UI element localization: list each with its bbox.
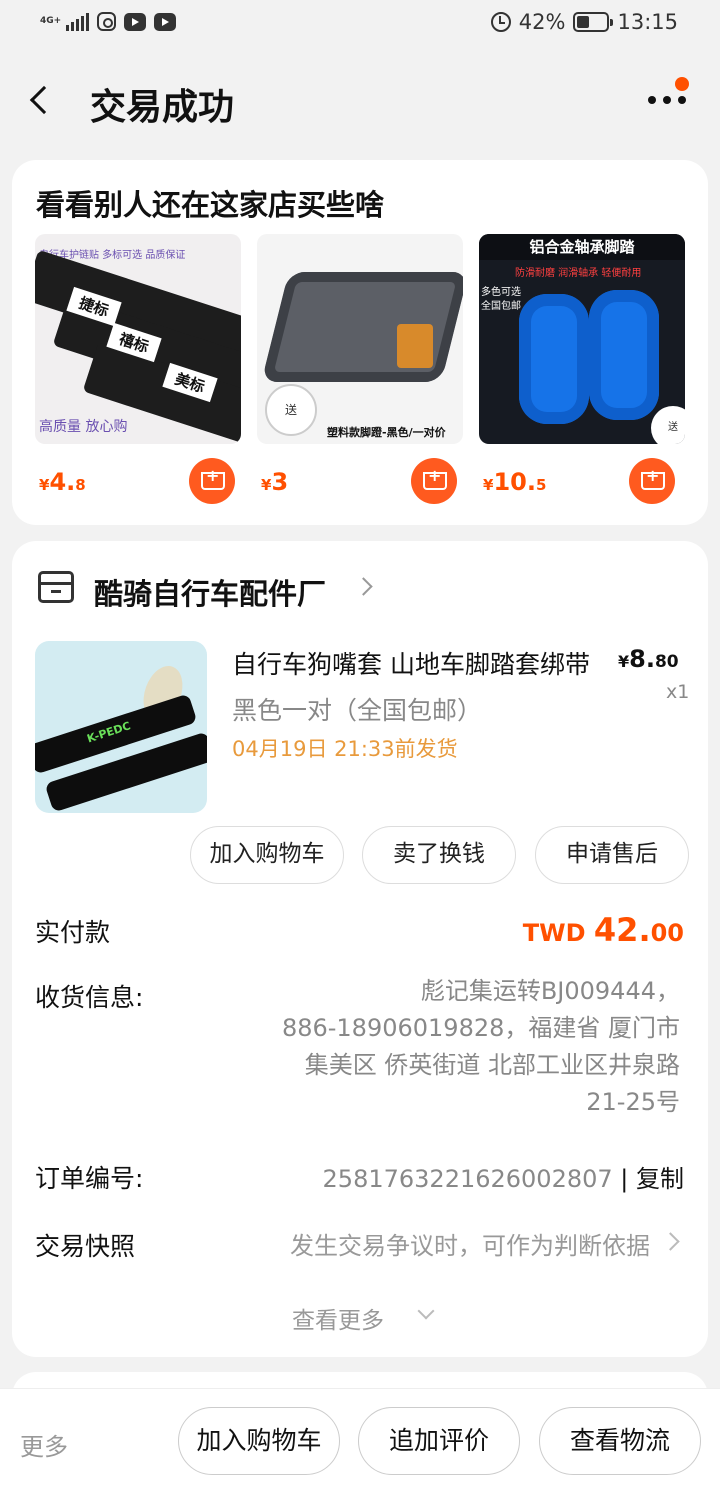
shop-icon [38,571,74,603]
recommend-price: ¥4.8 [39,468,86,496]
resell-button[interactable]: 卖了换钱 [362,826,516,884]
after-sales-button[interactable]: 申请售后 [535,826,689,884]
snapshot-text[interactable]: 发生交易争议时，可作为判断依据 [290,1226,650,1261]
recommend-price: ¥10.5 [483,468,547,496]
product-title[interactable]: 自行车狗嘴套 山地车脚踏套绑带 [232,645,602,681]
battery-icon [573,12,614,32]
instagram-icon [97,12,116,31]
product-image[interactable]: K-PEDC [35,641,207,813]
order-card: 酷骑自行车配件厂 K-PEDC 自行车狗嘴套 山地车脚踏套绑带 ¥8.80 x1… [12,541,708,1357]
paid-label: 实付款 [35,918,111,947]
shop-name[interactable]: 酷骑自行车配件厂 [94,571,326,613]
copy-button[interactable]: 复制 [636,1165,684,1193]
product-image[interactable]: 自行车护链贴 多标可选 品质保证 捷标 禧标 美标 高质量 放心购 [35,234,241,444]
page-title: 交易成功 [90,87,235,128]
image-caption: 塑料款脚蹬-黑色/一对价 [327,426,446,439]
alarm-icon [490,12,511,32]
status-bar: 4G+ 42% 13:15 [0,0,720,50]
battery-percent: 42% [518,10,566,34]
view-logistics-button[interactable]: 查看物流 [539,1407,701,1475]
product-image[interactable]: 送 塑料款脚蹬-黑色/一对价 [257,234,463,444]
paid-amount: TWD 42.00 [522,911,684,949]
notification-dot [675,77,689,91]
add-to-cart-icon[interactable] [411,458,457,504]
gift-badge: 送 [265,384,317,436]
order-number: 2581763221626002807 | 复制 [322,1165,684,1193]
add-to-cart-button[interactable]: 加入购物车 [178,1407,340,1475]
youtube-icon [124,12,146,31]
product-quantity: x1 [666,681,690,703]
more-button[interactable]: 更多 [20,1427,68,1462]
network-type: 4G+ [40,16,62,26]
bottom-action-bar: 更多 加入购物车 追加评价 查看物流 [0,1388,720,1496]
recommend-card: 看看别人还在这家店买些啥 自行车护链贴 多标可选 品质保证 捷标 禧标 美标 高… [12,160,708,525]
ship-deadline: 04月19日 21:33前发货 [232,737,458,761]
recommend-item[interactable]: 送 塑料款脚蹬-黑色/一对价 ¥3 [257,234,463,504]
snapshot-label[interactable]: 交易快照 [35,1227,135,1263]
chevron-right-icon[interactable] [661,1232,680,1251]
product-price: ¥8.80 [618,645,679,673]
add-review-button[interactable]: 追加评价 [358,1407,520,1475]
clock: 13:15 [617,10,678,34]
order-number-label: 订单编号: [35,1164,144,1193]
recommend-item[interactable]: 自行车护链贴 多标可选 品质保证 捷标 禧标 美标 高质量 放心购 ¥4.8 [35,234,241,504]
image-caption: 铝合金轴承脚踏 [479,234,685,260]
youtube-icon [154,12,176,31]
recommend-price: ¥3 [261,468,289,496]
chevron-right-icon[interactable] [354,577,373,596]
address-label: 收货信息: [35,983,144,1012]
image-caption: 防滑耐磨 润滑轴承 轻便耐用 [515,268,642,279]
signal-icon [66,12,89,31]
product-spec: 黑色一对（全国包邮） [232,696,483,725]
gift-badge: 送 [651,406,685,444]
more-dots-icon[interactable] [648,96,686,104]
recommend-item[interactable]: 铝合金轴承脚踏 防滑耐磨 润滑轴承 轻便耐用 多色可选 全国包邮 送 ¥10.5 [479,234,685,504]
add-to-cart-icon[interactable] [629,458,675,504]
see-more-button[interactable]: 查看更多 [292,1301,384,1335]
address-text: 彪记集运转BJ009444， 886-18906019828，福建省 厦门市 集… [281,977,680,1116]
chevron-left-icon[interactable] [29,85,59,115]
product-image[interactable]: 铝合金轴承脚踏 防滑耐磨 润滑轴承 轻便耐用 多色可选 全国包邮 送 [479,234,685,444]
add-to-cart-icon[interactable] [189,458,235,504]
add-to-cart-button[interactable]: 加入购物车 [190,826,344,884]
recommend-title: 看看别人还在这家店买些啥 [36,188,385,222]
image-caption: 高质量 放心购 [39,419,128,435]
chevron-down-icon[interactable] [417,1302,435,1320]
header: 交易成功 [0,60,720,150]
